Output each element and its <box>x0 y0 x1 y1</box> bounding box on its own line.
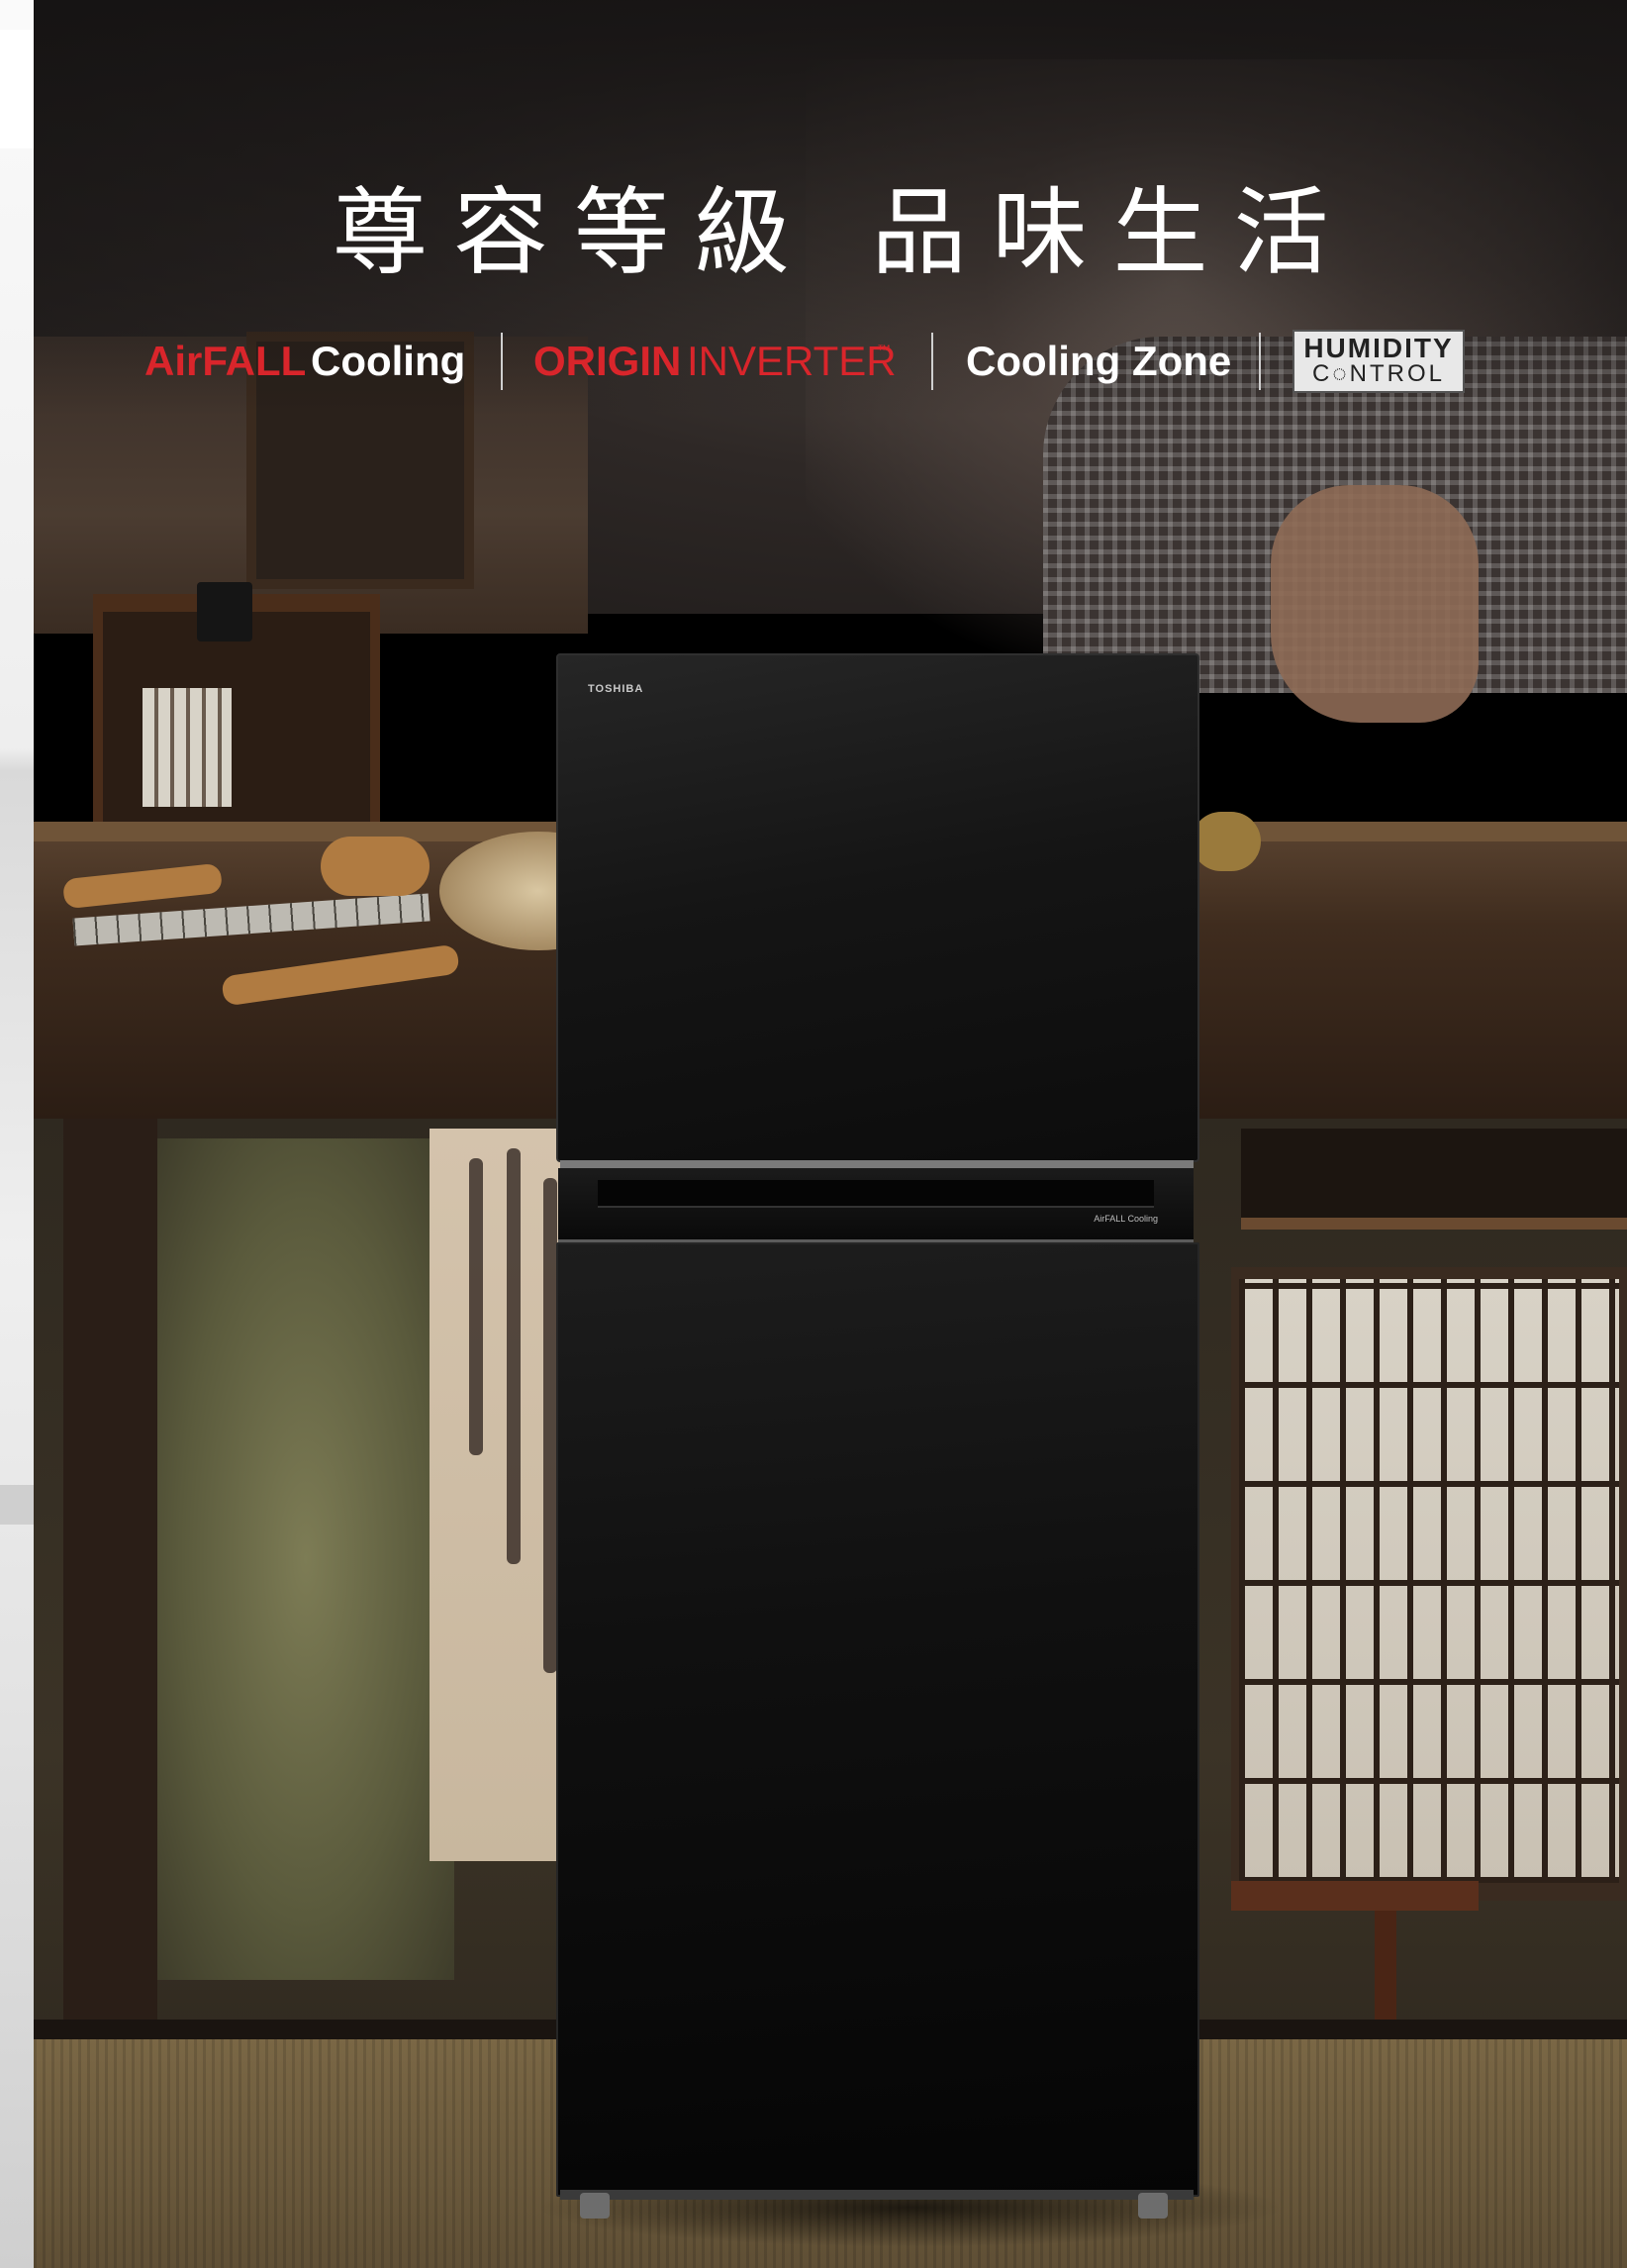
fridge-refrigerator-door <box>556 1242 1199 2197</box>
shoji-screen <box>1239 1279 1619 1883</box>
handle-recess <box>598 1180 1154 1208</box>
plaster-wall <box>157 1138 454 1980</box>
advertisement-page: 尊容等級 品味生活 AirFALL Cooling ORIGIN INVERTE… <box>0 0 1627 2268</box>
trademark-symbol: ™ <box>877 342 891 357</box>
divider <box>501 333 503 390</box>
divider <box>1259 333 1261 390</box>
speaker-box <box>197 582 252 641</box>
fridge-foot <box>580 2193 610 2219</box>
fridge-handle: AirFALL Cooling <box>558 1168 1194 1242</box>
airfall-logo-white: Cooling <box>311 338 466 384</box>
fridge-freezer-door: TOSHIBA <box>556 653 1199 1162</box>
headline: 尊容等級 品味生活 <box>333 177 1355 288</box>
origin-logo-bold: ORIGIN <box>533 338 682 384</box>
chisel <box>1192 812 1261 871</box>
calligraphy-stroke <box>543 1178 557 1673</box>
fridge-foot <box>1138 2193 1168 2219</box>
chisel <box>321 837 430 896</box>
divider <box>931 333 933 390</box>
craftsman-hand <box>1271 485 1479 723</box>
fridge-door-gap <box>560 1160 1194 1168</box>
airfall-label: AirFALL Cooling <box>1094 1214 1158 1224</box>
humidity-logo-line2: C◌NTROL <box>1312 360 1445 387</box>
wooden-pillar <box>63 1119 157 2020</box>
shoji-transom <box>1241 1129 1627 1230</box>
left-page-edge <box>0 0 34 2268</box>
low-table <box>1231 1881 1479 1911</box>
books <box>143 688 232 807</box>
origin-logo-thin: INVERTER <box>687 338 897 384</box>
feature-logos: AirFALL Cooling ORIGIN INVERTER ™ Coolin… <box>144 327 1471 396</box>
fridge-base <box>560 2190 1194 2200</box>
calligraphy-stroke <box>469 1158 483 1455</box>
humidity-control-logo: HUMIDITY C◌NTROL <box>1292 330 1465 393</box>
calligraphy-stroke <box>507 1148 521 1564</box>
airfall-logo-red: AirFALL <box>144 338 307 384</box>
humidity-logo-line1: HUMIDITY <box>1303 333 1454 363</box>
cooling-zone-logo: Cooling Zone <box>966 338 1232 384</box>
brand-logo: TOSHIBA <box>588 683 644 695</box>
